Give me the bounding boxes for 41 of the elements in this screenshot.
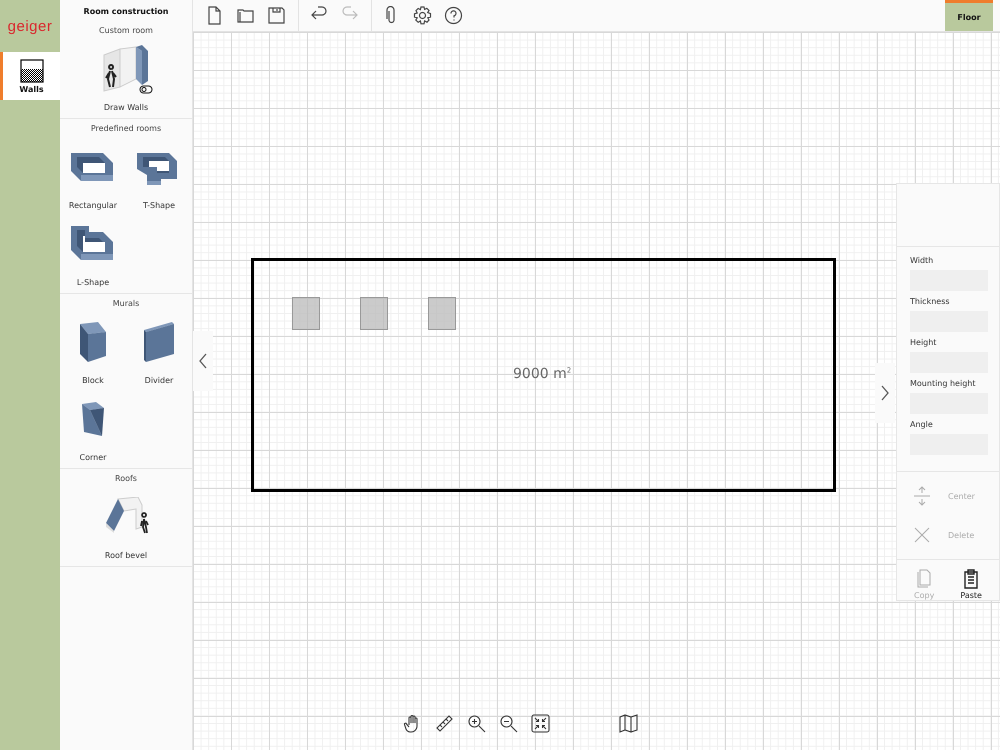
field-label: Height [910,338,938,347]
palette-item[interactable]: L-Shape [60,216,126,287]
fit-screen-icon[interactable] [531,714,550,733]
chevron-left-icon [198,353,208,369]
palette-item[interactable]: Block [60,314,126,385]
palette-item[interactable]: T-Shape [126,139,192,210]
divider-panel-drawing [142,320,176,364]
zoom-in-icon[interactable] [467,714,486,733]
logo: geiger [6,16,54,36]
chevron-right-icon [880,385,890,401]
corner-block-drawing [80,400,106,438]
settings-button[interactable] [413,6,432,25]
field-label: Mounting height [910,379,976,388]
section-heading: Roofs [114,473,138,485]
block-drawing [78,320,108,364]
zoom-out-icon[interactable] [499,714,518,733]
field-label: Thickness [910,297,951,306]
palette-item[interactable]: Roof bevel [60,489,192,560]
map-icon[interactable] [619,714,638,733]
floor-tab[interactable]: Floor [945,0,993,31]
paste-button[interactable]: Paste [960,569,982,600]
palette-item[interactable]: Draw Walls [60,41,192,112]
ruler-icon[interactable] [435,714,454,733]
close-icon [912,525,932,545]
center-arrows-icon [912,486,932,506]
section-heading: Custom room [98,25,154,37]
section-heading: Predefined rooms [90,123,162,135]
help-button[interactable] [444,6,463,25]
save-button[interactable] [267,6,286,25]
field-label: Angle [910,420,934,429]
palette-title: Room construction [82,6,170,18]
copy-icon [915,569,934,589]
walls-tab[interactable]: Walls [0,52,60,100]
area-label: 9000 m$^{2}$ [513,366,572,382]
palette-item[interactable]: Rectangular [60,139,126,210]
palette-item[interactable]: Divider [126,314,192,385]
clipboard-icon [962,569,980,589]
field-label: Width [910,256,934,265]
section-heading: Murals [112,298,140,310]
palette-item[interactable]: Corner [60,391,126,462]
checkered-wall-icon [20,58,44,82]
